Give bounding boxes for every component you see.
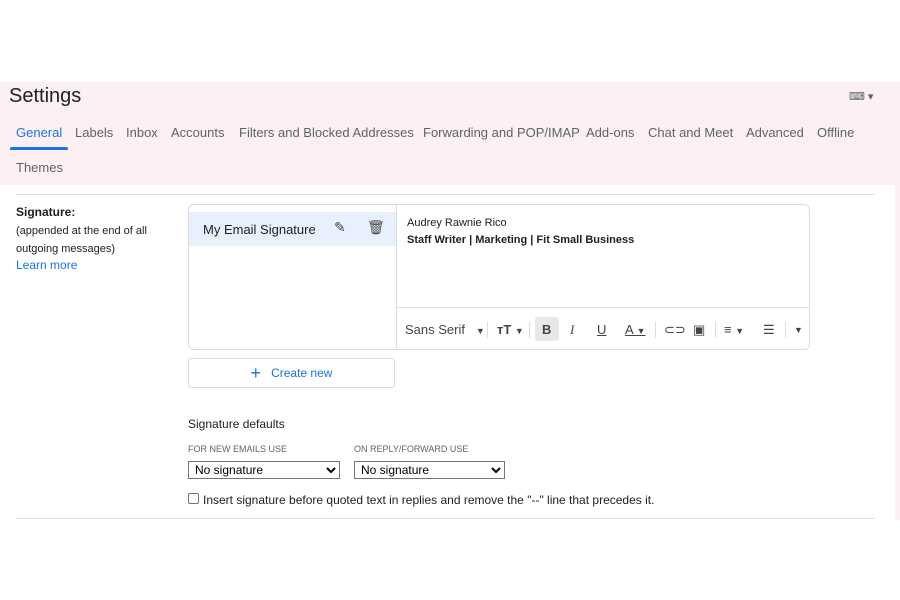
- underline-icon[interactable]: U: [597, 322, 606, 337]
- background-strip: [895, 185, 900, 520]
- text-color-icon[interactable]: A ▼: [625, 322, 646, 337]
- separator: [715, 322, 716, 338]
- create-new-label: Create new: [271, 366, 333, 380]
- image-icon[interactable]: ▣: [693, 322, 705, 338]
- numbered-list-icon[interactable]: ☰: [763, 322, 775, 338]
- tab-filters[interactable]: Filters and Blocked Addresses: [239, 125, 414, 140]
- signature-line-2: Staff Writer | Marketing | Fit Small Bus…: [407, 234, 635, 246]
- reply-forward-label: ON REPLY/FORWARD USE: [354, 444, 469, 454]
- font-select[interactable]: Sans Serif ▼: [405, 322, 485, 337]
- separator: [655, 322, 656, 338]
- new-emails-label: FOR NEW EMAILS USE: [188, 444, 288, 454]
- signature-name: My Email Signature: [203, 222, 316, 237]
- signature-list: My Email Signature ✎ 🗑: [189, 205, 397, 349]
- signature-defaults-title: Signature defaults: [188, 417, 285, 431]
- keyboard-icon[interactable]: ⌨ ▾: [849, 90, 873, 103]
- format-toolbar: Sans Serif ▼ тT ▼ B I U A ▼ ⊂⊃ ▣ ≡ ▼ ☰ ▼: [397, 307, 809, 349]
- signature-editor[interactable]: Audrey Rawnie Rico Staff Writer | Market…: [397, 205, 809, 307]
- text-size-icon[interactable]: тT ▼: [497, 322, 524, 337]
- separator: [785, 322, 786, 338]
- divider: [16, 518, 875, 519]
- signature-panel: My Email Signature ✎ 🗑 Audrey Rawnie Ric…: [188, 204, 810, 350]
- tab-themes[interactable]: Themes: [16, 160, 63, 175]
- reply-forward-select[interactable]: No signature: [354, 461, 505, 479]
- page-title: Settings: [9, 85, 82, 107]
- signature-line-1: Audrey Rawnie Rico: [407, 217, 507, 229]
- insert-before-quoted-label: Insert signature before quoted text in r…: [203, 493, 655, 507]
- trash-icon[interactable]: 🗑: [367, 219, 385, 236]
- tab-general[interactable]: General: [16, 125, 62, 140]
- signature-item[interactable]: My Email Signature ✎ 🗑: [189, 212, 396, 246]
- tab-forwarding[interactable]: Forwarding and POP/IMAP: [423, 125, 580, 140]
- link-icon[interactable]: ⊂⊃: [664, 322, 686, 338]
- italic-icon[interactable]: I: [570, 322, 574, 338]
- new-emails-select[interactable]: No signature: [188, 461, 340, 479]
- tab-offline[interactable]: Offline: [817, 125, 854, 140]
- learn-more-link[interactable]: Learn more: [16, 258, 77, 272]
- signature-label: Signature:: [16, 205, 76, 219]
- plus-icon: +: [250, 362, 262, 383]
- separator: [487, 322, 488, 338]
- font-name: Sans Serif: [405, 322, 465, 337]
- tab-inbox[interactable]: Inbox: [126, 125, 158, 140]
- edit-pencil-icon[interactable]: ✎: [334, 219, 346, 236]
- create-new-button[interactable]: + Create new: [188, 358, 395, 388]
- separator: [529, 322, 530, 338]
- align-icon[interactable]: ≡ ▼: [724, 322, 744, 337]
- active-tab-indicator: [10, 147, 68, 150]
- tab-labels[interactable]: Labels: [75, 125, 113, 140]
- more-formatting-icon[interactable]: ▼: [794, 325, 803, 335]
- tab-addons[interactable]: Add-ons: [586, 125, 634, 140]
- tab-advanced[interactable]: Advanced: [746, 125, 804, 140]
- divider: [16, 194, 875, 195]
- bold-icon[interactable]: B: [542, 322, 551, 337]
- signature-description: (appended at the end of all outgoing mes…: [16, 225, 147, 255]
- tab-accounts[interactable]: Accounts: [171, 125, 224, 140]
- tab-chat-meet[interactable]: Chat and Meet: [648, 125, 733, 140]
- insert-before-quoted-checkbox[interactable]: [188, 493, 199, 504]
